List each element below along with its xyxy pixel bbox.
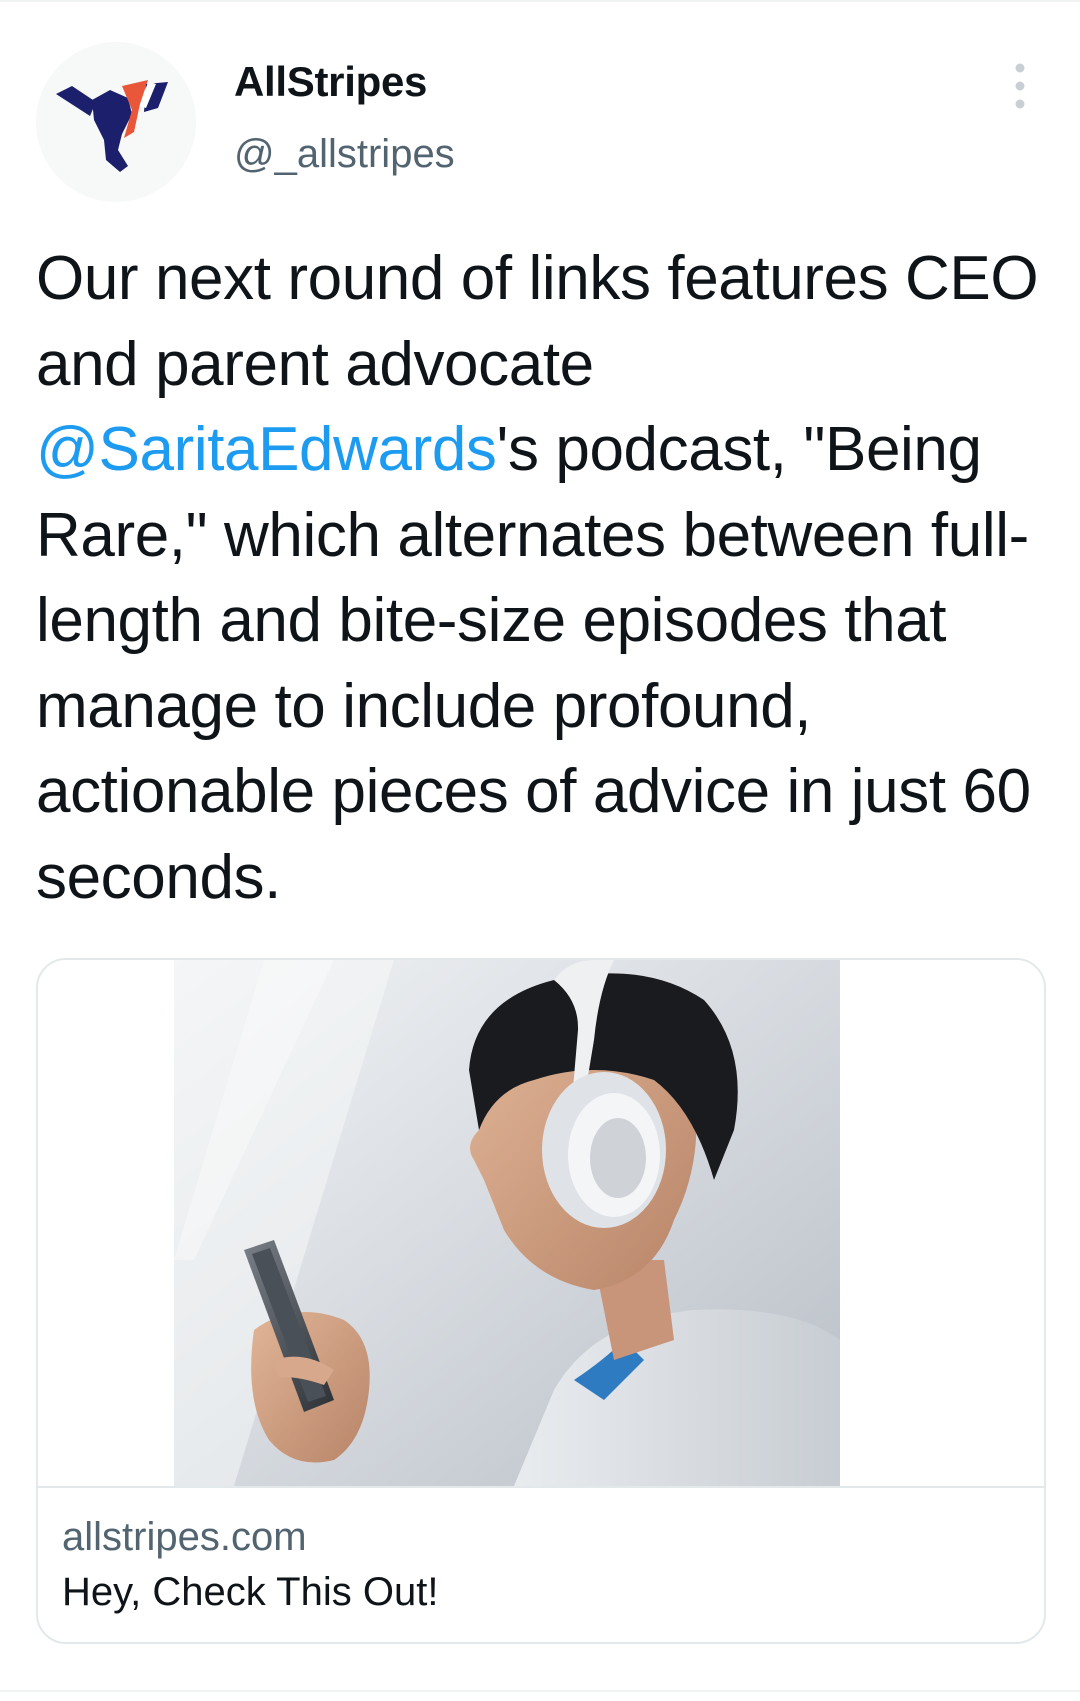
avatar[interactable] <box>36 42 196 202</box>
mention-link[interactable]: @SaritaEdwards <box>36 415 497 484</box>
bottom-divider <box>0 1690 1080 1692</box>
card-title[interactable]: Hey, Check This Out! <box>62 1570 438 1615</box>
more-options-button[interactable] <box>1000 60 1040 112</box>
card-image[interactable] <box>174 960 840 1486</box>
author-display-name[interactable]: AllStripes <box>234 58 427 106</box>
card-image-area[interactable] <box>38 960 1044 1486</box>
card-domain[interactable]: allstripes.com <box>62 1515 307 1560</box>
tweet-text-after-mention: 's podcast, "Being Rare," which alternat… <box>36 415 1031 912</box>
allstripes-logo-icon <box>36 42 196 202</box>
link-preview-card[interactable]: allstripes.com Hey, Check This Out! <box>36 958 1046 1644</box>
card-divider <box>38 1486 1044 1488</box>
top-divider <box>0 0 1080 2</box>
man-with-headphones-image <box>174 960 840 1486</box>
tweet-text-before-mention: Our next round of links features CEO and… <box>36 244 1039 399</box>
tweet-text: Our next round of links features CEO and… <box>36 236 1046 920</box>
author-handle[interactable]: @_allstripes <box>234 132 455 177</box>
more-vertical-icon <box>1015 63 1025 109</box>
